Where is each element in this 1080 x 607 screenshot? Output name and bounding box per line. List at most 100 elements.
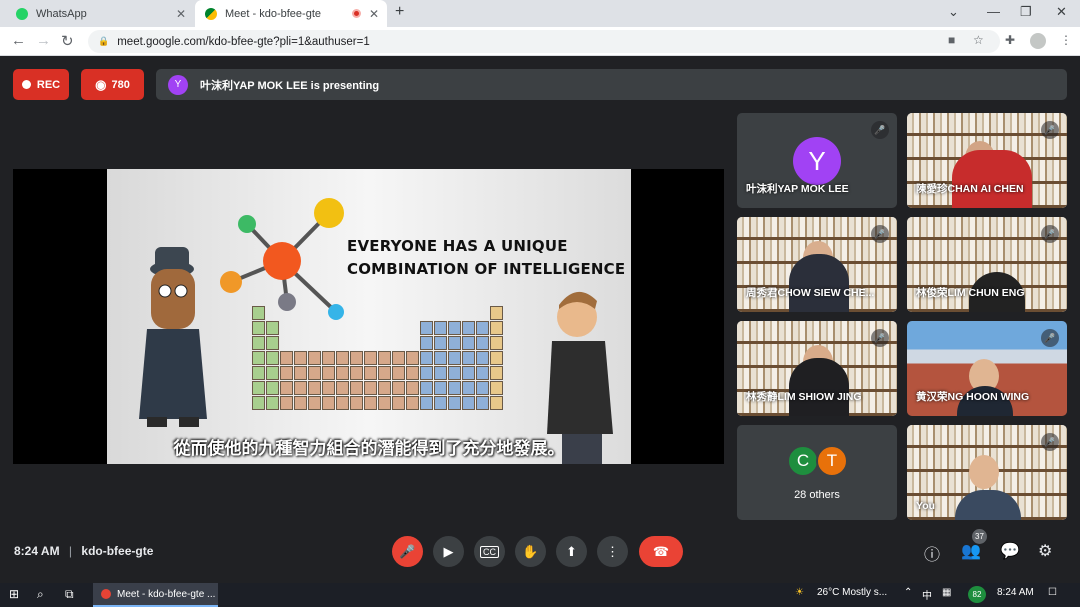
participant-tile[interactable]: 🎤 陳愛珍CHAN AI CHEN	[907, 113, 1067, 208]
element-cell	[322, 381, 335, 395]
reload-icon[interactable]: ↻	[61, 32, 74, 50]
participant-tile[interactable]: 🎤 黄汉荣NG HOON WING	[907, 321, 1067, 416]
notifications-icon[interactable]: ☐	[1048, 587, 1057, 598]
element-cell	[448, 321, 461, 335]
weather-icon: ☀	[795, 587, 804, 598]
element-cell	[490, 381, 503, 395]
participant-video-body	[789, 358, 849, 416]
maximize-button[interactable]: ❐	[1020, 4, 1032, 20]
mic-off-icon: 🎤	[871, 329, 889, 347]
app-badge[interactable]: 82	[968, 586, 986, 603]
participant-tile[interactable]: 🎤 周秀君CHOW SIEW CHE...	[737, 217, 897, 312]
minimize-button[interactable]: —	[987, 4, 1000, 19]
element-cell	[434, 366, 447, 380]
element-cell	[406, 351, 419, 365]
slide-title: EVERYONE HAS A UNIQUE COMBINATION OF INT…	[347, 235, 625, 281]
record-icon	[21, 80, 31, 89]
self-tile[interactable]: 🎤 You	[907, 425, 1067, 520]
element-cell	[252, 306, 265, 320]
mic-toggle-button[interactable]: 🎤	[392, 536, 423, 567]
element-cell	[476, 396, 489, 410]
more-menu-icon[interactable]: ⋮	[1060, 33, 1072, 47]
element-cell	[420, 381, 433, 395]
element-cell	[364, 366, 377, 380]
element-cell	[336, 381, 349, 395]
close-tab-icon[interactable]: ✕	[369, 7, 379, 21]
camera-toggle-button[interactable]: ▶	[433, 536, 464, 567]
people-icon[interactable]: 👥	[961, 541, 981, 561]
element-cell	[280, 321, 293, 335]
tab-whatsapp[interactable]: WhatsApp ✕	[8, 0, 194, 27]
element-cell	[294, 396, 307, 410]
tab-search-icon[interactable]: ⌄	[948, 4, 959, 20]
element-cell	[434, 351, 447, 365]
tab-meet[interactable]: Meet - kdo-bfee-gte ✕	[195, 0, 387, 27]
element-cell	[406, 306, 419, 320]
element-cell	[490, 351, 503, 365]
back-icon[interactable]: ←	[11, 32, 26, 49]
recording-indicator-icon	[352, 9, 361, 18]
others-count: 28 others	[794, 489, 840, 501]
presentation-slide: EVERYONE HAS A UNIQUE COMBINATION OF INT…	[107, 169, 631, 464]
element-cell	[392, 321, 405, 335]
chat-icon[interactable]: 💬	[1000, 541, 1020, 561]
raise-hand-button[interactable]: ✋	[515, 536, 546, 567]
bookmark-star-icon[interactable]: ☆	[973, 33, 984, 47]
element-cell	[364, 336, 377, 350]
element-cell	[378, 321, 391, 335]
element-cell	[280, 306, 293, 320]
url-field[interactable]: 🔒 meet.google.com/kdo-bfee-gte?pli=1&aut…	[88, 30, 1000, 53]
viewer-count-button[interactable]: ◉ 780	[81, 69, 144, 100]
forward-icon[interactable]: →	[36, 32, 51, 49]
element-cell	[462, 321, 475, 335]
presenting-banner: Y 叶沫利YAP MOK LEE is presenting	[156, 69, 1067, 100]
windows-start-icon[interactable]: ⊞	[9, 587, 19, 601]
rec-label: REC	[36, 78, 61, 91]
molecule-illustration	[220, 198, 344, 320]
show-hidden-icons[interactable]: ⌃	[904, 587, 912, 598]
mic-off-icon: 🎤	[871, 121, 889, 139]
captions-button[interactable]: CC	[474, 536, 505, 567]
element-cell	[434, 321, 447, 335]
tab-title: Meet - kdo-bfee-gte	[225, 7, 321, 20]
profile-avatar[interactable]	[1030, 33, 1046, 49]
present-screen-button[interactable]: ⬆	[556, 536, 587, 567]
element-cell	[462, 381, 475, 395]
recording-button[interactable]: REC	[13, 69, 69, 100]
new-tab-button[interactable]: +	[395, 3, 404, 21]
leave-call-button[interactable]: ☎	[639, 536, 683, 567]
participant-tile[interactable]: 🎤 林俊荣LIM CHUN ENG	[907, 217, 1067, 312]
extensions-icon[interactable]: ✚	[1005, 33, 1015, 47]
element-cell	[350, 396, 363, 410]
participant-tile-presenter[interactable]: Y 🎤 叶沫利YAP MOK LEE	[737, 113, 897, 208]
presentation-stage[interactable]: EVERYONE HAS A UNIQUE COMBINATION OF INT…	[13, 169, 724, 464]
camera-icon[interactable]: ■	[948, 33, 955, 47]
element-cell	[392, 306, 405, 320]
activities-icon[interactable]: ⚙	[1038, 541, 1052, 561]
search-icon[interactable]: ⌕	[37, 587, 44, 602]
element-cell	[266, 381, 279, 395]
network-icon[interactable]: ▦	[942, 587, 951, 598]
element-cell	[322, 336, 335, 350]
element-cell	[448, 306, 461, 320]
more-options-button[interactable]: ⋮	[597, 536, 628, 567]
participant-tile[interactable]: 🎤 林秀静LIM SHIOW JING	[737, 321, 897, 416]
weather-text[interactable]: 26°C Mostly s...	[817, 587, 887, 598]
element-cell	[476, 381, 489, 395]
info-icon[interactable]: ⓘ	[924, 541, 940, 565]
element-cell	[420, 321, 433, 335]
element-cell	[448, 336, 461, 350]
close-window-button[interactable]: ✕	[1056, 4, 1067, 20]
element-cell	[308, 366, 321, 380]
ime-indicator[interactable]: 中	[922, 587, 932, 602]
taskbar-clock[interactable]: 8:24 AM	[997, 587, 1034, 598]
taskbar-chrome-window[interactable]: Meet - kdo-bfee-gte ...	[93, 583, 218, 607]
taskbar-window-title: Meet - kdo-bfee-gte ...	[117, 588, 216, 600]
element-cell	[266, 336, 279, 350]
element-cell	[420, 366, 433, 380]
element-cell	[294, 381, 307, 395]
periodic-table-illustration	[252, 306, 503, 410]
task-view-icon[interactable]: ⧉	[65, 587, 74, 602]
others-tile[interactable]: C T 28 others	[737, 425, 897, 520]
close-tab-icon[interactable]: ✕	[176, 7, 186, 21]
